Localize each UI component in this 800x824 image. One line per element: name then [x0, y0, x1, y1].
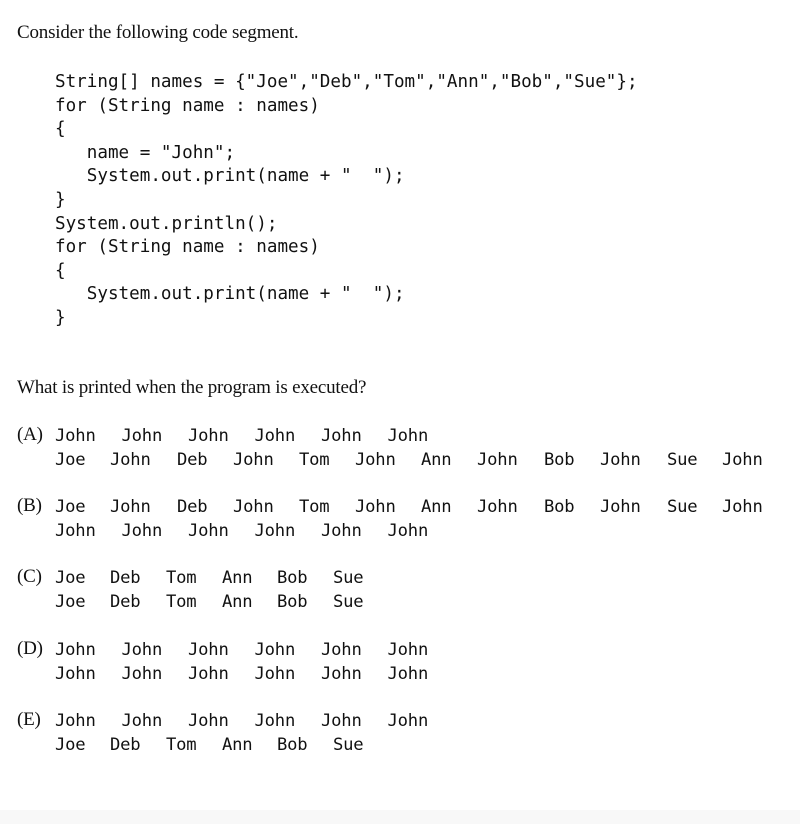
output-token: John	[55, 426, 96, 446]
output-token: Ann	[222, 568, 253, 588]
output-token: John	[600, 450, 641, 470]
option-label: (D)	[17, 638, 43, 659]
output-token: John	[188, 640, 229, 660]
output-token: Ann	[421, 497, 452, 517]
output-token: John	[321, 521, 362, 541]
output-token: John	[321, 426, 362, 446]
output-token: Bob	[277, 592, 308, 612]
output-token: Joe	[55, 592, 86, 612]
output-token: John	[110, 497, 151, 517]
output-token: John	[55, 640, 96, 660]
output-token: Deb	[110, 568, 141, 588]
output-token: John	[55, 711, 96, 731]
code-line: }	[55, 307, 66, 328]
output-token: Ann	[222, 592, 253, 612]
code-line: String[] names = {"Joe","Deb","Tom","Ann…	[55, 72, 638, 92]
output-token: John	[355, 497, 396, 517]
output-token: Tom	[166, 735, 197, 755]
output-token: John	[121, 521, 163, 541]
output-token: John	[600, 497, 641, 517]
output-token: Joe	[55, 735, 86, 755]
output-token: Bob	[277, 735, 308, 755]
output-token: John	[722, 450, 763, 470]
code-block: String[] names = {"Joe","Deb","Tom","Ann…	[55, 71, 638, 331]
output-token: Tom	[299, 450, 330, 470]
code-line: System.out.println();	[55, 213, 278, 234]
output-token: Ann	[421, 450, 452, 470]
output-token: John	[233, 450, 274, 470]
output-token: John	[477, 450, 518, 470]
output-token: John	[387, 521, 429, 541]
output-token: Joe	[55, 497, 86, 517]
output-token: John	[233, 497, 274, 517]
output-token: Sue	[667, 450, 698, 470]
output-token: John	[188, 664, 229, 684]
output-token: Deb	[110, 735, 141, 755]
output-token: John	[121, 711, 163, 731]
code-line: for (String name : names)	[55, 95, 320, 116]
output-token: Tom	[299, 497, 330, 517]
output-token: John	[387, 711, 429, 731]
output-token: John	[387, 664, 429, 684]
output-token: John	[55, 664, 96, 684]
output-token: Deb	[177, 450, 208, 470]
output-token: Sue	[333, 568, 364, 588]
option-label: (A)	[17, 424, 43, 445]
output-token: John	[477, 497, 518, 517]
output-token: John	[387, 426, 429, 446]
option-label: (E)	[17, 709, 41, 730]
code-line: }	[55, 189, 66, 210]
code-line: {	[55, 260, 66, 281]
output-token: John	[254, 664, 296, 684]
output-token: John	[387, 640, 429, 660]
output-token: Sue	[667, 497, 698, 517]
output-token: Deb	[177, 497, 208, 517]
output-token: Bob	[544, 450, 575, 470]
option-label: (C)	[17, 566, 42, 587]
output-token: Tom	[166, 592, 197, 612]
output-token: Joe	[55, 568, 86, 588]
output-token: Sue	[333, 592, 364, 612]
output-token: Bob	[277, 568, 308, 588]
option-label: (B)	[17, 495, 42, 516]
output-token: John	[321, 711, 362, 731]
output-token: John	[110, 450, 151, 470]
code-line: name = "John";	[55, 142, 236, 163]
page-bottom-band	[0, 810, 800, 824]
output-token: John	[188, 711, 229, 731]
question-text: What is printed when the program is exec…	[17, 377, 367, 398]
code-line: {	[55, 119, 66, 140]
output-token: John	[254, 640, 296, 660]
output-token: John	[121, 664, 163, 684]
output-token: John	[121, 640, 163, 660]
output-token: Tom	[166, 568, 197, 588]
code-line: System.out.print(name + " ");	[55, 166, 405, 187]
output-token: John	[121, 426, 163, 446]
output-token: John	[254, 521, 296, 541]
output-token: John	[188, 426, 229, 446]
output-token: John	[254, 426, 296, 446]
intro-text: Consider the following code segment.	[17, 22, 299, 43]
output-token: Joe	[55, 450, 86, 470]
output-token: John	[321, 664, 362, 684]
output-token: John	[321, 640, 362, 660]
output-token: Sue	[333, 735, 364, 755]
output-token: John	[722, 497, 763, 517]
output-token: John	[188, 521, 229, 541]
output-token: Bob	[544, 497, 575, 517]
code-line: System.out.print(name + " ");	[55, 284, 405, 305]
output-token: John	[355, 450, 396, 470]
code-line: for (String name : names)	[55, 237, 320, 258]
output-token: Ann	[222, 735, 253, 755]
output-token: Deb	[110, 592, 141, 612]
output-token: John	[55, 521, 96, 541]
output-token: John	[254, 711, 296, 731]
